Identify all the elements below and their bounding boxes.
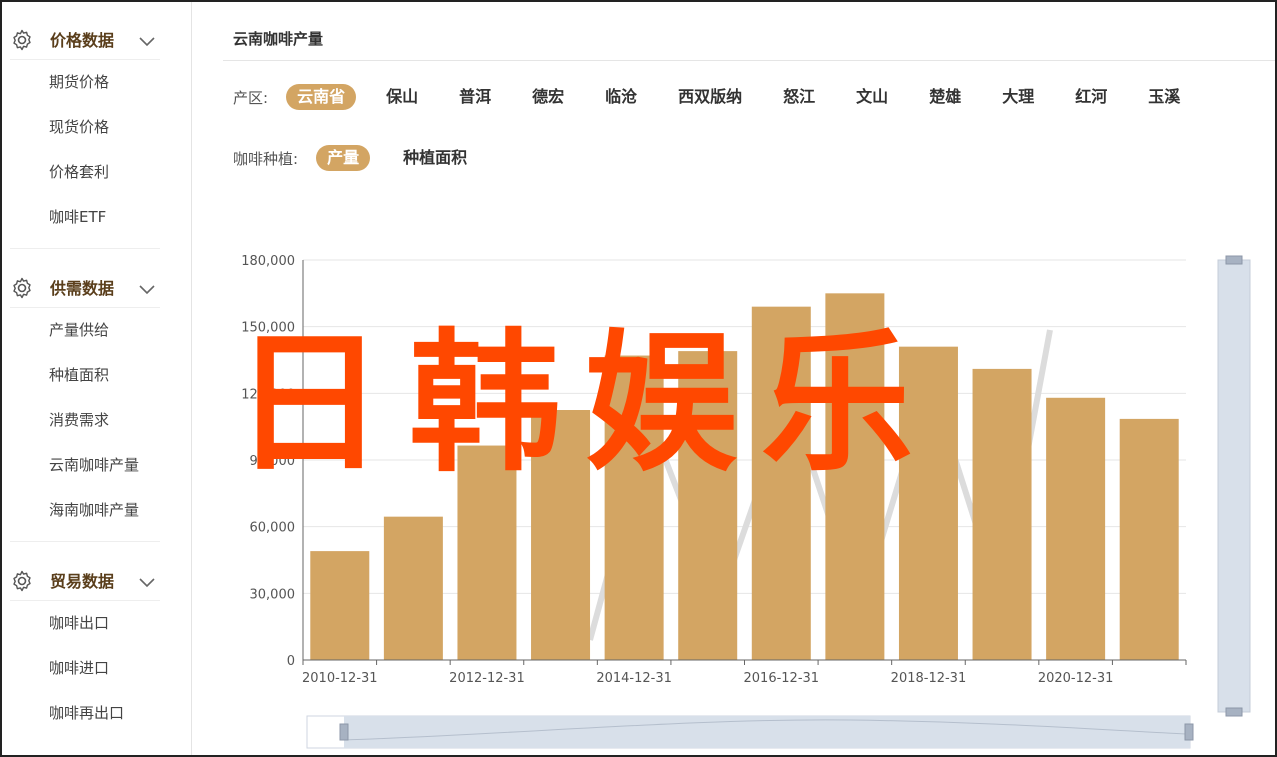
horizontal-zoom-handle-right <box>1184 723 1194 741</box>
bar <box>310 551 370 660</box>
x-tick-label: 2014-12-31 <box>596 671 672 686</box>
y-tick-label: 30,000 <box>250 587 296 602</box>
bar <box>383 516 443 660</box>
x-tick-label: 2012-12-31 <box>449 671 525 686</box>
vertical-zoom-handle-bottom <box>1225 707 1243 717</box>
y-tick-label: 0 <box>287 654 295 669</box>
watermark-overlay: 日韩娱乐 <box>233 315 937 492</box>
y-tick-label: 180,000 <box>241 254 295 269</box>
vertical-zoom-handle-top <box>1225 255 1243 265</box>
bar <box>1046 397 1106 660</box>
x-tick-label: 2020-12-31 <box>1038 671 1114 686</box>
y-tick-label: 60,000 <box>250 521 296 536</box>
bar <box>1119 418 1179 660</box>
x-tick-label: 2010-12-31 <box>302 671 378 686</box>
x-tick-label: 2016-12-31 <box>744 671 820 686</box>
bar <box>972 368 1032 660</box>
horizontal-zoom-handle-left <box>339 723 349 741</box>
x-tick-label: 2018-12-31 <box>891 671 967 686</box>
vertical-zoom-slider <box>1217 259 1251 713</box>
